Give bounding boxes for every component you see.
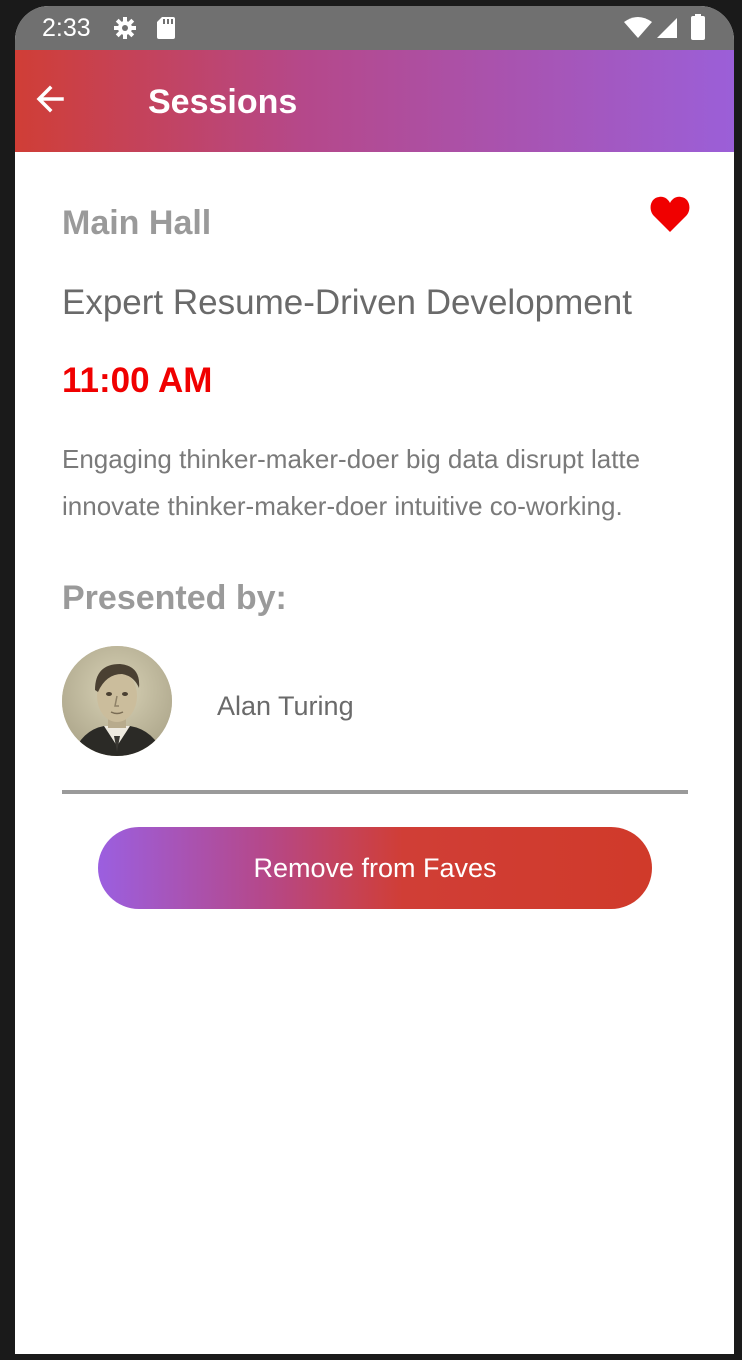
page-title: Sessions [148,83,298,121]
battery-icon [691,14,705,45]
speaker-name: Alan Turing [217,691,354,721]
app-screen: 2:33 Sessions Main Hall Expert Resume-Dr… [15,6,734,1354]
sd-card-icon [156,16,176,45]
settings-icon [113,16,137,45]
session-time: 11:00 AM [62,361,213,400]
speaker-list-item[interactable]: Alan Turing [62,646,688,764]
presenters-heading: Presented by: [62,579,287,617]
signal-icon [656,17,678,44]
session-title: Expert Resume-Driven Development [62,283,632,322]
app-bar: Sessions [15,50,734,152]
arrow-back-icon [34,83,66,120]
session-room: Main Hall [62,204,212,242]
fave-button-label: Remove from Faves [253,852,497,883]
heart-icon[interactable] [649,194,691,234]
wifi-icon [623,17,653,44]
back-button[interactable] [25,76,75,126]
status-time: 2:33 [42,14,91,42]
status-bar: 2:33 [15,6,734,50]
divider [62,790,688,794]
remove-from-faves-button[interactable]: Remove from Faves [98,827,652,909]
session-description: Engaging thinker-maker-doer big data dis… [62,444,641,521]
speaker-avatar [62,646,172,756]
device-frame: 2:33 Sessions Main Hall Expert Resume-Dr… [0,0,742,1360]
